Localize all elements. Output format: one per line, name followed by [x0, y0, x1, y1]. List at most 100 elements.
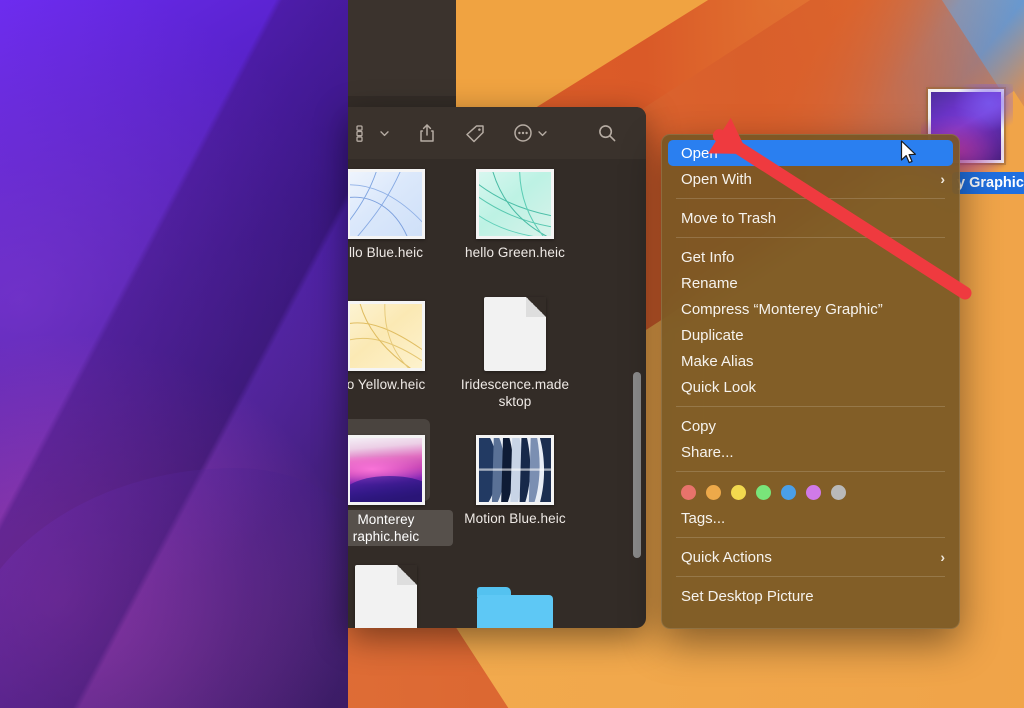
menu-item-share[interactable]: Share...: [662, 439, 959, 465]
file-item[interactable]: hello Green.heic: [448, 159, 582, 261]
file-item[interactable]: llo Blue.heic: [348, 159, 453, 261]
file-item[interactable]: Iridescence.made sktop: [448, 283, 582, 410]
menu-item-compress[interactable]: Compress “Monterey Graphic”: [662, 296, 959, 322]
menu-item-label: Compress “Monterey Graphic”: [681, 300, 883, 318]
image-thumbnail-motion-blue: [476, 435, 554, 505]
image-thumbnail-blue: [348, 169, 425, 239]
file-thumb-wrap: [348, 417, 453, 505]
context-menu[interactable]: Open Open With › Move to Trash Get Info …: [661, 134, 960, 629]
menu-item-label: Share...: [681, 443, 734, 461]
menu-item-open-with[interactable]: Open With ›: [662, 166, 959, 192]
menu-item-label: Move to Trash: [681, 209, 777, 227]
chevron-right-icon: ›: [940, 171, 945, 187]
menu-separator: [676, 576, 945, 577]
menu-item-label: Quick Actions: [681, 548, 772, 566]
menu-item-quick-actions[interactable]: Quick Actions ›: [662, 544, 959, 570]
search-icon: [599, 125, 616, 142]
menu-item-label: Copy: [681, 417, 717, 435]
tag-color-green[interactable]: [756, 485, 771, 500]
search-button[interactable]: [596, 122, 618, 144]
ellipsis-circle-icon: [514, 124, 532, 142]
wallpaper-left: [0, 0, 420, 708]
file-name-text: Monterey raphic.heic: [348, 510, 453, 546]
menu-item-label: Get Info: [681, 248, 735, 266]
file-item[interactable]: [348, 551, 453, 628]
menu-separator: [676, 406, 945, 407]
file-thumb-wrap: [448, 559, 582, 628]
file-name-selected: Monterey raphic.heic: [348, 510, 453, 546]
curve-lines: [350, 304, 422, 368]
tag-color-row[interactable]: [662, 478, 959, 505]
menu-separator: [676, 537, 945, 538]
tag-button[interactable]: [464, 122, 486, 144]
file-thumb-wrap: [448, 159, 582, 239]
file-name: hello Green.heic: [465, 245, 565, 260]
curve-lines: [479, 172, 551, 236]
menu-item-label: Rename: [681, 274, 738, 292]
menu-separator: [676, 237, 945, 238]
menu-item-make-alias[interactable]: Make Alias: [662, 348, 959, 374]
share-icon: [420, 124, 434, 142]
menu-item-get-info[interactable]: Get Info: [662, 244, 959, 270]
menu-item-label: Open With: [681, 170, 752, 188]
background-window[interactable]: [348, 0, 456, 108]
file-thumb-wrap: [348, 283, 453, 371]
file-name: o Yellow.heic: [348, 377, 426, 392]
file-name: llo Blue.heic: [348, 245, 424, 260]
tag-color-red[interactable]: [681, 485, 696, 500]
menu-item-quick-look[interactable]: Quick Look: [662, 374, 959, 400]
folder-body: [477, 595, 553, 628]
file-item[interactable]: o Yellow.heic: [348, 283, 453, 393]
menu-item-copy[interactable]: Copy: [662, 413, 959, 439]
menu-item-label: Quick Look: [681, 378, 757, 396]
menu-item-label: Make Alias: [681, 352, 754, 370]
tag-color-blue[interactable]: [781, 485, 796, 500]
tag-icon: [466, 125, 484, 143]
chevron-down-icon: [380, 130, 389, 136]
tag-color-gray[interactable]: [831, 485, 846, 500]
file-item-selected[interactable]: Monterey raphic.heic: [348, 417, 453, 546]
tag-color-purple[interactable]: [806, 485, 821, 500]
image-thumbnail-monterey: [348, 435, 425, 505]
file-item[interactable]: Motion Blue.heic: [448, 417, 582, 527]
document-icon: [484, 297, 546, 371]
file-thumb-wrap: [448, 283, 582, 371]
file-name: Motion Blue.heic: [464, 511, 566, 526]
menu-separator: [676, 471, 945, 472]
finder-file-grid[interactable]: llo Blue.heic hello Green.heic o Yellow.…: [348, 159, 646, 628]
monterey-base: [350, 476, 422, 502]
folder-icon: [477, 587, 553, 628]
file-thumb-wrap: [448, 417, 582, 505]
file-thumb-wrap: [348, 551, 453, 628]
menu-separator: [676, 198, 945, 199]
tag-color-yellow[interactable]: [731, 485, 746, 500]
share-button[interactable]: [416, 122, 438, 144]
mouse-cursor: [900, 140, 916, 164]
menu-item-move-to-trash[interactable]: Move to Trash: [662, 205, 959, 231]
menu-item-duplicate[interactable]: Duplicate: [662, 322, 959, 348]
more-actions-button[interactable]: [512, 122, 548, 144]
file-thumb-wrap: [348, 159, 453, 239]
menu-item-tags[interactable]: Tags...: [662, 505, 959, 531]
desktop-icon-label: y Graphic: [952, 172, 1024, 194]
menu-item-label: Open: [681, 144, 718, 162]
menu-item-label: Tags...: [681, 509, 726, 527]
finder-toolbar: [348, 107, 646, 159]
document-icon: [355, 565, 417, 628]
finder-window[interactable]: llo Blue.heic hello Green.heic o Yellow.…: [348, 107, 646, 628]
menu-item-label: Set Desktop Picture: [681, 587, 814, 605]
list-view-icon: [356, 125, 363, 142]
chevron-right-icon: ›: [940, 549, 945, 565]
chevron-down-icon: [538, 130, 547, 136]
menu-item-rename[interactable]: Rename: [662, 270, 959, 296]
screen: y Graphic llo Blue.heic hello Green.heic…: [0, 0, 1024, 708]
image-thumbnail-green: [476, 169, 554, 239]
curve-lines: [350, 172, 422, 236]
vertical-scrollbar[interactable]: [633, 372, 641, 558]
view-options-button[interactable]: [354, 122, 390, 144]
file-item[interactable]: [448, 559, 582, 628]
file-name: Iridescence.made sktop: [460, 377, 570, 409]
menu-item-label: Duplicate: [681, 326, 744, 344]
tag-color-orange[interactable]: [706, 485, 721, 500]
menu-item-set-desktop-picture[interactable]: Set Desktop Picture: [662, 583, 959, 609]
